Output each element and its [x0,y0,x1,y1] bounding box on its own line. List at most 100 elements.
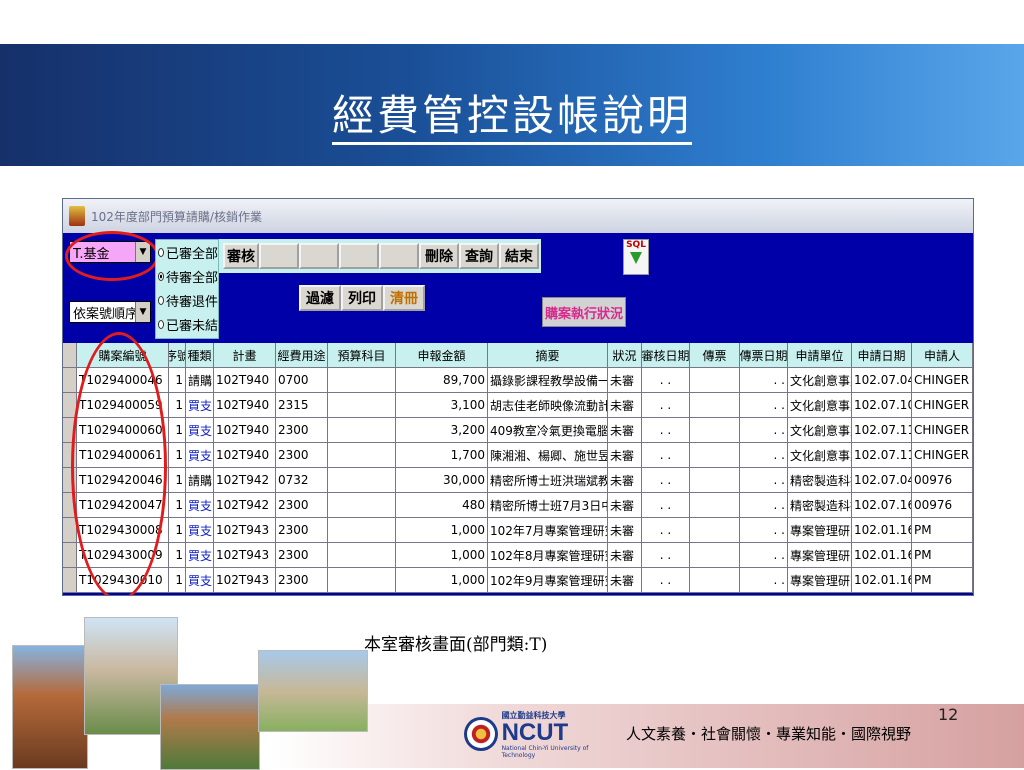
sql-button[interactable]: SQL [623,239,649,275]
cell-usage: 2300 [276,493,328,518]
cell-seq: 1 [169,443,186,468]
cell-summary: 精密所博士班7月3日中午 [488,493,608,518]
column-header[interactable]: 傳票 [690,343,740,368]
row-selector[interactable] [63,568,77,593]
radio-pending-returned[interactable]: 待審退件 [156,288,218,312]
table-row[interactable]: T1029420046 1 請購 102T942 0732 30,000 精密所博士班洪瑞斌… [63,468,973,493]
cell-summary: 102年7月專案管理研究所 [488,518,608,543]
table-row[interactable]: T10294000611買支102T94023001,700陳湘湘、楊卿、施世昱… [63,443,973,468]
radio-reviewed-all[interactable]: 已審全部 [156,240,218,264]
cell-kind: 買支 [186,443,214,468]
cell-unit: 文化創意事業 [788,443,852,468]
window-titlebar[interactable]: 102年度部門預算請購/核銷作業 [63,199,973,233]
slide-title: 經費管控設帳說明 [0,82,1024,145]
toolbar-empty-button[interactable] [379,243,419,269]
cell-seq: 1 [169,568,186,593]
column-header[interactable]: 申報金額 [396,343,488,368]
cell-unit: 專案管理研究 [788,543,852,568]
cell-unit: 精密製造科技 [788,493,852,518]
page-number: 12 [938,705,959,724]
cell-seq: 1 [169,468,186,493]
column-header[interactable]: 申請單位 [788,343,852,368]
delete-button[interactable]: 刪除 [419,243,459,269]
table-row[interactable]: T10294000591買支102T94023153,100胡志佳老師映像流動計… [63,393,973,418]
cell-subject [328,568,396,593]
column-header[interactable]: 傳票日期 [740,343,788,368]
cell-vdate: . . [740,568,788,593]
cell-rdate: . . [642,493,690,518]
cell-adate: 102.01.16 [852,568,912,593]
cell-applicant: CHINGER [912,368,973,393]
cell-kind: 請購 [186,368,214,393]
toolbar-empty-button[interactable] [339,243,379,269]
cell-status: 未審 [608,368,642,393]
order-select[interactable]: 依案號順序 ▼ [69,301,151,323]
column-header[interactable]: 序號 [169,343,186,368]
cell-rdate: . . [642,368,690,393]
chevron-down-icon[interactable]: ▼ [135,302,150,322]
radio-icon [158,247,164,257]
filter-button[interactable]: 過濾 [299,285,341,311]
radio-reviewed-open[interactable]: 已審未結 [156,312,218,336]
app-window: 102年度部門預算請購/核銷作業 T.基金 ▼ 依案號順序 ▼ 已審全部 待審全… [62,198,974,596]
cell-summary: 胡志佳老師映像流動計畫 [488,393,608,418]
cell-vdate: . . [740,443,788,468]
review-button[interactable]: 審核 [223,243,259,269]
cell-vdate: . . [740,393,788,418]
row-selector[interactable] [63,543,77,568]
row-selector[interactable] [63,368,77,393]
cell-voucher [690,368,740,393]
table-row[interactable]: T10294200471買支102T9422300480精密所博士班7月3日中午… [63,493,973,518]
column-header[interactable]: 經費用途 [276,343,328,368]
column-header[interactable]: 狀況 [608,343,642,368]
table-row[interactable]: T1029430010 1 買支 102T943 2300 1,000 102年9月專案管理… [63,568,973,593]
cell-applicant: PM [912,518,973,543]
cell-usage: 2300 [276,518,328,543]
slide-caption: 本室審核畫面(部門類:T) [364,635,548,655]
column-header[interactable]: 審核日期 [642,343,690,368]
cell-unit: 專案管理研究 [788,568,852,593]
cell-amount: 3,200 [396,418,488,443]
annotation-circle-fund [65,231,159,281]
cell-kind: 買支 [186,543,214,568]
row-selector-header[interactable] [63,343,77,368]
cell-amount: 89,700 [396,368,488,393]
toolbar-empty-button[interactable] [299,243,339,269]
list-button[interactable]: 清冊 [383,285,425,311]
column-header[interactable]: 摘要 [488,343,608,368]
radio-pending-all[interactable]: 待審全部 [156,264,218,288]
column-header[interactable]: 種類 [186,343,214,368]
cell-applicant: 00976 [912,493,973,518]
cell-usage: 0732 [276,468,328,493]
cell-summary: 精密所博士班洪瑞斌教授 [488,468,608,493]
footer-motto: 人文素養・社會關懷・專業知能・國際視野 [626,725,912,743]
query-button[interactable]: 查詢 [459,243,499,269]
cell-kind: 買支 [186,418,214,443]
column-header[interactable]: 預算科目 [328,343,396,368]
cell-rdate: . . [642,543,690,568]
cell-kind: 買支 [186,518,214,543]
cell-subject [328,418,396,443]
end-button[interactable]: 結束 [499,243,539,269]
cell-status: 未審 [608,443,642,468]
cell-voucher [690,568,740,593]
cell-applicant: PM [912,543,973,568]
cell-summary: 102年8月專案管理研究所 [488,543,608,568]
cell-unit: 文化創意事業 [788,368,852,393]
cell-amount: 3,100 [396,393,488,418]
project-status-button[interactable]: 購案執行狀況 [542,297,626,327]
cell-unit: 專案管理研究 [788,518,852,543]
cell-plan: 102T943 [214,543,276,568]
table-row[interactable]: T1029430009 1 買支 102T943 2300 1,000 102年8月專案管理… [63,543,973,568]
table-row[interactable]: T1029400060 1 買支 102T940 2300 3,200 409教室冷氣更換電… [63,418,973,443]
cell-voucher [690,543,740,568]
toolbar-empty-button[interactable] [259,243,299,269]
column-header[interactable]: 計畫 [214,343,276,368]
column-header[interactable]: 申請日期 [852,343,912,368]
cell-applicant: CHINGER [912,443,973,468]
column-header[interactable]: 申請人 [912,343,973,368]
table-row[interactable]: T1029430008 1 買支 102T943 2300 1,000 102年7月專案管理… [63,518,973,543]
table-row[interactable]: T1029400046 1 請購 102T940 0700 89,700 攝錄影課程教學設備… [63,368,973,393]
print-button[interactable]: 列印 [341,285,383,311]
grid-body: T1029400046 1 請購 102T940 0700 89,700 攝錄影課程教學設備… [63,368,973,593]
